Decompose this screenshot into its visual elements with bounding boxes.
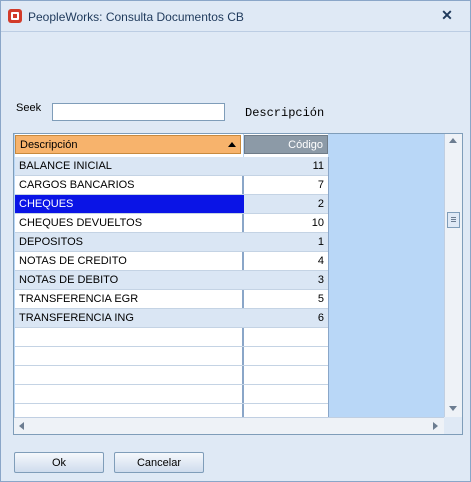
cell-description [15, 385, 245, 404]
cell-code: 2 [244, 195, 328, 214]
scroll-right-icon[interactable] [433, 422, 438, 430]
column-header-description-label: Descripción [20, 139, 78, 151]
cell-description: TRANSFERENCIA ING [15, 309, 245, 328]
cell-code [244, 347, 328, 366]
cell-description [15, 366, 245, 385]
table-row[interactable]: TRANSFERENCIA EGR 5 [15, 290, 328, 309]
cell-code: 6 [244, 309, 328, 328]
table-row-empty[interactable] [15, 385, 328, 404]
cell-code: 1 [244, 233, 328, 252]
close-icon[interactable]: ✕ [438, 7, 456, 23]
table-row[interactable]: DEPOSITOS 1 [15, 233, 328, 252]
scroll-left-icon[interactable] [19, 422, 24, 430]
seek-input[interactable] [52, 103, 225, 121]
cell-code: 4 [244, 252, 328, 271]
table-row[interactable]: NOTAS DE CREDITO 4 [15, 252, 328, 271]
window-title: PeopleWorks: Consulta Documentos CB [28, 10, 244, 24]
cancel-button[interactable]: Cancelar [114, 452, 204, 473]
table-row[interactable]: NOTAS DE DEBITO 3 [15, 271, 328, 290]
cell-description [15, 347, 245, 366]
ok-button[interactable]: Ok [14, 452, 104, 473]
horizontal-scrollbar[interactable] [14, 417, 444, 434]
scrollbar-corner [444, 417, 462, 434]
table-row[interactable]: BALANCE INICIAL 11 [15, 157, 328, 176]
cell-code: 5 [244, 290, 328, 309]
documents-grid[interactable]: Descripción Código BALANCE INICIAL 11 CA… [13, 133, 463, 435]
table-row-selected[interactable]: CHEQUES 2 [15, 195, 328, 214]
grid-rows: BALANCE INICIAL 11 CARGOS BANCARIOS 7 CH… [15, 157, 329, 434]
cell-description: TRANSFERENCIA EGR [15, 290, 245, 309]
cell-code: 3 [244, 271, 328, 290]
dialog-window: PeopleWorks: Consulta Documentos CB ✕ Se… [0, 0, 471, 482]
scroll-down-icon[interactable] [449, 406, 457, 411]
cell-code [244, 328, 328, 347]
table-row[interactable]: CARGOS BANCARIOS 7 [15, 176, 328, 195]
cell-description: NOTAS DE CREDITO [15, 252, 245, 271]
title-bar[interactable]: PeopleWorks: Consulta Documentos CB ✕ [1, 1, 470, 32]
cell-code [244, 385, 328, 404]
cell-description: CARGOS BANCARIOS [15, 176, 245, 195]
scroll-up-icon[interactable] [449, 138, 457, 143]
cell-code: 7 [244, 176, 328, 195]
grid-empty-area [329, 134, 443, 417]
table-row[interactable]: TRANSFERENCIA ING 6 [15, 309, 328, 328]
cell-description: CHEQUES DEVUELTOS [15, 214, 245, 233]
cell-description: DEPOSITOS [15, 233, 245, 252]
app-logo-icon [8, 9, 22, 23]
cell-description [15, 328, 245, 347]
sort-ascending-icon [228, 142, 236, 147]
seek-label: Seek [16, 102, 42, 114]
column-separator [328, 157, 329, 434]
table-row-empty[interactable] [15, 328, 328, 347]
scroll-thumb[interactable] [447, 212, 460, 228]
vertical-scrollbar[interactable] [444, 134, 462, 417]
column-header-description[interactable]: Descripción [15, 135, 241, 154]
cell-description: NOTAS DE DEBITO [15, 271, 245, 290]
cell-code [244, 366, 328, 385]
cell-description: CHEQUES [15, 195, 245, 214]
table-row-empty[interactable] [15, 366, 328, 385]
column-header-code[interactable]: Código [244, 135, 328, 154]
cell-code: 10 [244, 214, 328, 233]
search-field-caption: Descripción [245, 106, 325, 120]
cell-description: BALANCE INICIAL [15, 157, 245, 176]
table-row[interactable]: CHEQUES DEVUELTOS 10 [15, 214, 328, 233]
cell-code: 11 [244, 157, 328, 176]
table-row-empty[interactable] [15, 347, 328, 366]
